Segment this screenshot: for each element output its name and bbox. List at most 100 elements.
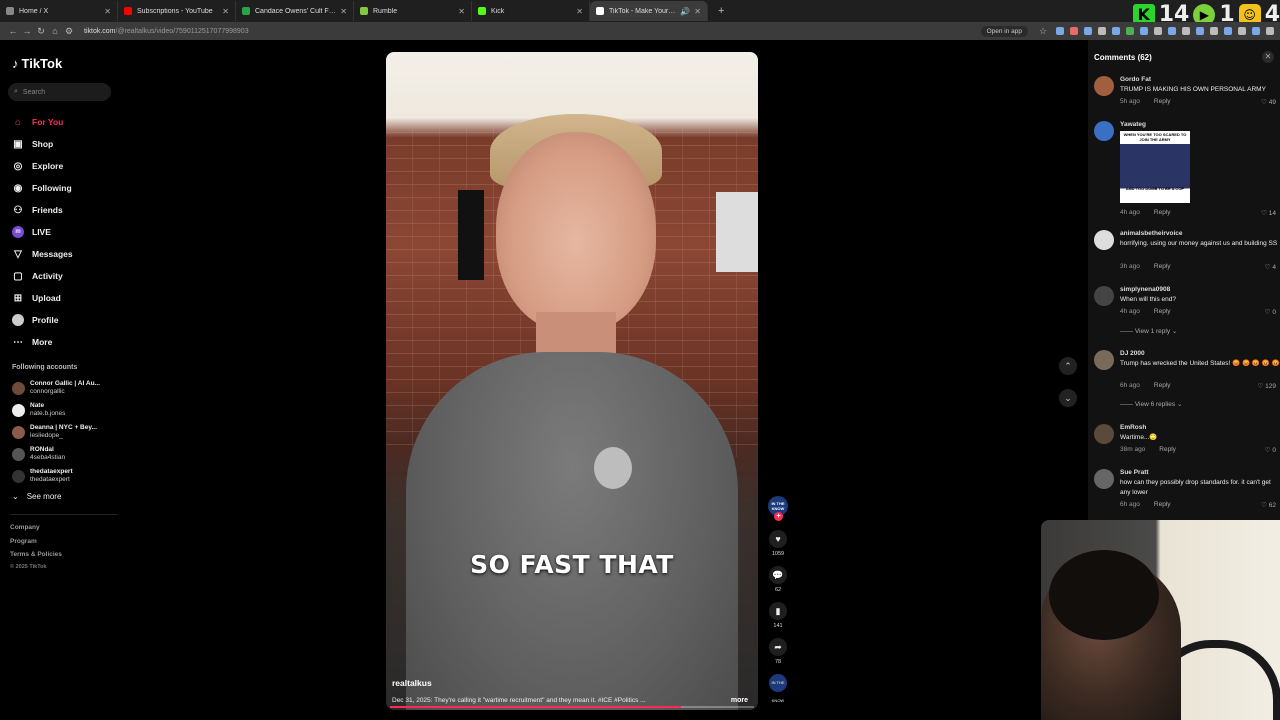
footer-company-link[interactable]: Company xyxy=(10,524,40,531)
back-icon[interactable]: ← xyxy=(6,26,20,36)
extension-icon[interactable] xyxy=(1252,27,1260,35)
extension-icon[interactable] xyxy=(1210,27,1218,35)
video-author[interactable]: realtalkus xyxy=(392,678,432,688)
speaker-icon[interactable]: 🔊 xyxy=(680,7,690,16)
like-button[interactable]: ♥ 1059 xyxy=(766,530,790,557)
tab-kick[interactable]: Kick ✕ xyxy=(472,1,590,21)
nav-live[interactable]: m LIVE xyxy=(12,221,73,243)
reply-button[interactable]: Reply xyxy=(1154,501,1171,508)
nav-upload[interactable]: ⊞ Upload xyxy=(12,287,73,309)
view-replies-button[interactable]: —— View 1 reply ⌄ xyxy=(1120,327,1177,335)
comment-like-button[interactable]: ♡ 4 xyxy=(1265,263,1276,271)
extension-icon[interactable] xyxy=(1238,27,1246,35)
comment-like-button[interactable]: ♡ 0 xyxy=(1265,308,1276,316)
bookmark-star-icon[interactable]: ☆ xyxy=(1036,26,1050,37)
video-player[interactable]: SO FAST THAT realtalkus Dec 31, 2025: Th… xyxy=(386,52,758,710)
sound-disc[interactable]: IN THE KNOW xyxy=(766,674,790,703)
chevron-down-icon: ⌄ xyxy=(12,492,19,501)
comment-meme-image[interactable]: WHEN YOU'RE TOO SCARED TO JOIN THE ARMY … xyxy=(1120,131,1190,203)
extension-icon[interactable] xyxy=(1196,27,1204,35)
extension-icon[interactable] xyxy=(1154,27,1162,35)
footer-terms-link[interactable]: Terms & Policies xyxy=(10,551,62,558)
reply-button[interactable]: Reply xyxy=(1154,209,1171,216)
extension-icon[interactable] xyxy=(1224,27,1232,35)
share-button[interactable]: ➦ 78 xyxy=(766,638,790,665)
tab-tiktok[interactable]: TikTok - Make Your Day 🔊 ✕ xyxy=(590,1,708,21)
extension-icon[interactable] xyxy=(1182,27,1190,35)
extension-icon[interactable] xyxy=(1098,27,1106,35)
following-account-item[interactable]: thedataexpert thedataexpert xyxy=(12,468,73,484)
following-account-item[interactable]: Nate nate.b.jones xyxy=(12,402,65,418)
close-tab-icon[interactable]: ✕ xyxy=(576,7,583,16)
nav-messages[interactable]: ▽ Messages xyxy=(12,243,73,265)
close-tab-icon[interactable]: ✕ xyxy=(694,7,701,16)
comment-like-button[interactable]: ♡ 14 xyxy=(1261,209,1276,217)
close-tab-icon[interactable]: ✕ xyxy=(458,7,465,16)
description-more-link[interactable]: more xyxy=(731,697,748,704)
extension-icon[interactable] xyxy=(1084,27,1092,35)
tab-rumble[interactable]: Rumble ✕ xyxy=(354,1,472,21)
close-tab-icon[interactable]: ✕ xyxy=(104,7,111,16)
video-progress-bar[interactable] xyxy=(390,706,754,708)
nav-for-you[interactable]: ⌂ For You xyxy=(12,111,73,133)
reload-icon[interactable]: ↻ xyxy=(34,26,48,37)
save-button[interactable]: ▮ 141 xyxy=(766,602,790,629)
avatar[interactable] xyxy=(1094,286,1114,306)
extension-icon[interactable] xyxy=(1266,27,1274,35)
reply-button[interactable]: Reply xyxy=(1154,308,1171,315)
avatar[interactable] xyxy=(1094,76,1114,96)
close-icon[interactable]: ✕ xyxy=(1262,51,1274,63)
close-tab-icon[interactable]: ✕ xyxy=(340,7,347,16)
reply-button[interactable]: Reply xyxy=(1154,263,1171,270)
reply-button[interactable]: Reply xyxy=(1154,382,1171,389)
tab-youtube[interactable]: Subscriptions - YouTube ✕ xyxy=(118,1,236,21)
comment-like-button[interactable]: ♡ 0 xyxy=(1265,446,1276,454)
nav-activity[interactable]: ▢ Activity xyxy=(12,265,73,287)
home-icon[interactable]: ⌂ xyxy=(48,26,62,36)
see-more-button[interactable]: ⌄ See more xyxy=(12,492,61,501)
nav-friends[interactable]: ⚇ Friends xyxy=(12,199,73,221)
reply-button[interactable]: Reply xyxy=(1159,446,1176,453)
view-replies-button[interactable]: —— View 6 replies ⌄ xyxy=(1120,400,1182,408)
next-video-button[interactable]: ⌄ xyxy=(1059,389,1077,407)
avatar[interactable] xyxy=(1094,121,1114,141)
open-in-app-button[interactable]: Open in app xyxy=(980,25,1028,37)
creator-avatar[interactable]: IN THE KNOW + xyxy=(768,496,788,521)
comment-like-button[interactable]: ♡ 129 xyxy=(1258,382,1277,390)
tab-x[interactable]: Home / X ✕ xyxy=(0,1,118,21)
site-info-icon[interactable]: ⚙ xyxy=(62,26,76,37)
forward-icon[interactable]: → xyxy=(20,26,34,36)
new-tab-button[interactable]: + xyxy=(718,5,724,17)
comment-button[interactable]: 💬 62 xyxy=(766,566,790,593)
nav-explore[interactable]: ◎ Explore xyxy=(12,155,73,177)
footer-program-link[interactable]: Program xyxy=(10,538,37,545)
reply-button[interactable]: Reply xyxy=(1154,98,1171,105)
following-account-item[interactable]: RONdal 4seba4stian xyxy=(12,446,65,462)
close-tab-icon[interactable]: ✕ xyxy=(222,7,229,16)
previous-video-button[interactable]: ⌃ xyxy=(1059,357,1077,375)
avatar[interactable] xyxy=(1094,424,1114,444)
rumble-favicon-icon xyxy=(360,7,368,15)
comment-like-button[interactable]: ♡ 49 xyxy=(1261,98,1276,106)
following-account-item[interactable]: Connor Gallic | AI Au... connorgallic xyxy=(12,380,100,396)
url-field[interactable]: tiktok.com/@realtalkus/video/75901125170… xyxy=(84,28,981,35)
tiktok-logo[interactable]: ♪ TikTok xyxy=(12,56,62,71)
extension-icon[interactable] xyxy=(1112,27,1120,35)
nav-shop[interactable]: ▣ Shop xyxy=(12,133,73,155)
extension-icon[interactable] xyxy=(1168,27,1176,35)
comment-like-button[interactable]: ♡ 62 xyxy=(1261,501,1276,509)
avatar[interactable] xyxy=(1094,350,1114,370)
avatar[interactable] xyxy=(1094,469,1114,489)
extension-icon[interactable] xyxy=(1070,27,1078,35)
tab-candace[interactable]: Candace Owens' Cult Followers✕ xyxy=(236,1,354,21)
nav-more[interactable]: ⋯ More xyxy=(12,331,73,353)
extension-icon[interactable] xyxy=(1056,27,1064,35)
follow-plus-icon[interactable]: + xyxy=(774,512,783,521)
search-input[interactable]: ⌕ Search xyxy=(8,83,111,101)
extension-icon[interactable] xyxy=(1126,27,1134,35)
extension-icon[interactable] xyxy=(1140,27,1148,35)
nav-profile[interactable]: Profile xyxy=(12,309,73,331)
avatar[interactable] xyxy=(1094,230,1114,250)
following-account-item[interactable]: Deanna | NYC + Bey... lesliedope_ xyxy=(12,424,97,440)
nav-following[interactable]: ◉ Following xyxy=(12,177,73,199)
